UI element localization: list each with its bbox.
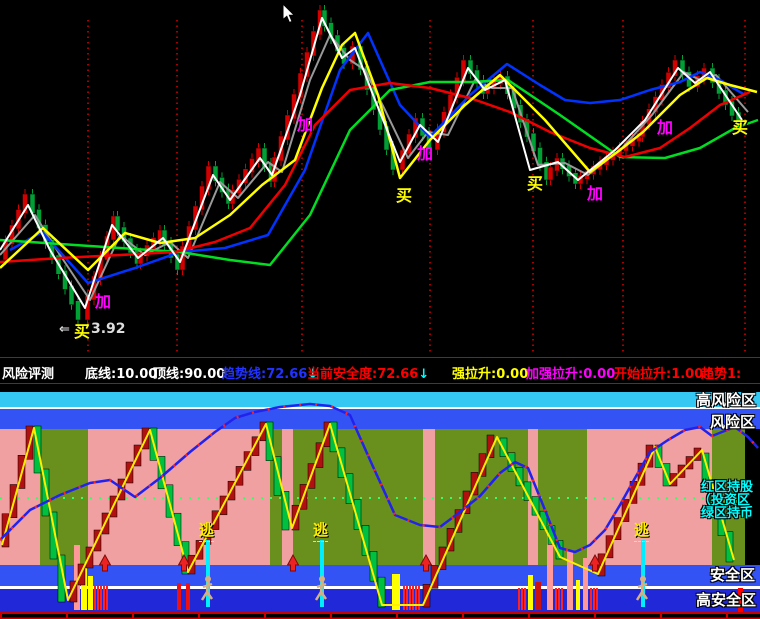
risk-band — [0, 409, 760, 429]
axis-tick — [264, 613, 266, 619]
candle — [547, 166, 554, 181]
histogram-bar — [518, 588, 520, 610]
indicator-toolbar: 风险评测 底线:10.00 顶线:90.00 趋势线:72.66↓ 当前安全度:… — [0, 357, 760, 384]
histogram-bar — [576, 580, 580, 610]
axis-tick — [660, 613, 662, 619]
histogram-bar — [567, 550, 573, 610]
signal-label: 加 — [657, 118, 674, 137]
trading-terminal-window: 风险评测 底线:10.00 顶线:90.00 趋势线:72.66↓ 当前安全度:… — [0, 0, 760, 619]
histogram-bar — [596, 588, 598, 610]
ma-line-gray — [0, 34, 749, 301]
escape-signal-label: 逃 — [199, 519, 215, 542]
axis-tick — [0, 613, 2, 619]
ma-line-white — [0, 17, 743, 309]
zone-label-safe: 安全区 — [710, 566, 756, 584]
histogram-bar — [418, 586, 420, 610]
field-bottom-line: 底线:10.00 — [85, 367, 158, 382]
histogram-bar — [403, 586, 405, 610]
runner-icon — [319, 576, 325, 582]
escape-signal-label: 逃 — [313, 519, 329, 542]
signal-label: 买 — [527, 174, 544, 193]
histogram-bar — [535, 582, 541, 610]
histogram-bar — [561, 588, 563, 610]
mouse-cursor-icon — [282, 2, 296, 24]
axis-tick — [198, 613, 200, 619]
axis-tick — [66, 613, 68, 619]
zone-label-risk: 风险区 — [710, 413, 756, 431]
field-start-pull: 开始拉升:1.00↑ — [614, 367, 715, 382]
zone-stripe — [293, 429, 423, 565]
histogram-bar — [555, 588, 557, 610]
axis-tick — [528, 613, 530, 619]
field-stronger-pull: 加强拉升:0.00 — [526, 367, 616, 382]
zone-label-green-hold-cash: 绿区持币 — [701, 506, 754, 521]
histogram-bar — [409, 586, 411, 610]
signal-label: 买 — [74, 322, 91, 341]
histogram-bar — [100, 586, 102, 610]
histogram-bar — [590, 588, 592, 610]
signal-label: 加 — [417, 144, 434, 163]
zone-label-high-safe: 高安全区 — [696, 591, 757, 609]
axis-tick — [396, 613, 398, 619]
field-trend1: 趋势1: — [701, 367, 742, 382]
histogram-bar — [524, 588, 526, 610]
axis-tick — [330, 613, 332, 619]
axis-tick — [726, 613, 728, 619]
histogram-bar — [593, 588, 595, 610]
field-current-safety: 当前安全度:72.66↓ — [307, 367, 430, 382]
field-trend-line: 趋势线:72.66↓ — [222, 367, 319, 382]
histogram-bar — [558, 588, 560, 610]
signal-label: 加 — [95, 292, 112, 311]
histogram-bar — [103, 586, 105, 610]
axis-tick — [594, 613, 596, 619]
histogram-bar — [521, 588, 523, 610]
histogram-bar — [88, 576, 93, 610]
signal-label: 3.92 — [91, 321, 126, 337]
runner-icon — [640, 576, 646, 582]
field-top-line: 顶线:90.00 — [153, 367, 226, 382]
signal-label: ⇐ — [59, 322, 70, 337]
down-arrow-icon: ↓ — [418, 367, 430, 382]
signal-label: 加 — [587, 184, 604, 203]
histogram-bar — [106, 586, 108, 610]
escape-signal-label: 逃 — [634, 519, 650, 542]
axis-tick — [132, 613, 134, 619]
histogram-bar — [415, 586, 417, 610]
signal-label: 买 — [732, 118, 749, 137]
histogram-bar — [97, 586, 99, 610]
histogram-bar — [94, 586, 96, 610]
field-strong-pull: 强拉升:0.00 — [452, 367, 529, 382]
signal-label: 买 — [396, 186, 413, 205]
histogram-bar — [412, 586, 414, 610]
histogram-bar — [406, 586, 408, 610]
zone-label-high-risk: 高风险区 — [696, 391, 757, 409]
axis-line — [0, 612, 760, 614]
histogram-bar — [177, 583, 181, 610]
risk-band — [0, 407, 760, 409]
runner-icon — [205, 576, 211, 582]
histogram-bar — [528, 575, 533, 610]
pane-title: 风险评测 — [2, 367, 55, 382]
risk-band — [0, 392, 760, 407]
signal-label: 加 — [297, 115, 314, 134]
axis-tick — [462, 613, 464, 619]
histogram-bar — [583, 558, 588, 610]
histogram-bar — [186, 583, 190, 610]
